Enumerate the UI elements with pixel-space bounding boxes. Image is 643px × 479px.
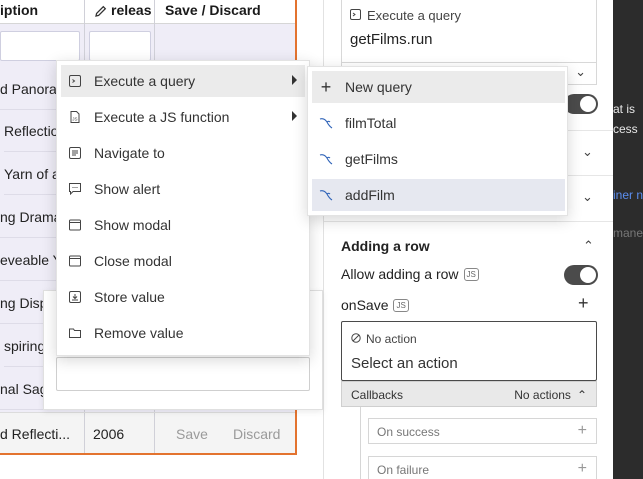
popover-input[interactable] bbox=[56, 357, 310, 391]
action-value: getFilms.run bbox=[350, 31, 433, 48]
js-file-icon: JS bbox=[67, 109, 83, 125]
svg-text:JS: JS bbox=[72, 116, 77, 121]
column-header-save-discard[interactable]: Save / Discard bbox=[155, 0, 295, 24]
save-box-icon bbox=[67, 289, 83, 305]
menu-item-query-addfilm[interactable]: addFilm bbox=[312, 179, 565, 211]
mysql-icon bbox=[318, 151, 334, 167]
chat-alert-icon bbox=[67, 181, 83, 197]
table-row: d Reflecti... 2006 Save Discard bbox=[0, 412, 295, 453]
menu-item-store-value[interactable]: Store value bbox=[61, 281, 305, 313]
chevron-up-icon: ⌃ bbox=[576, 388, 587, 402]
menu-item-close-modal[interactable]: Close modal bbox=[61, 245, 305, 277]
plus-icon[interactable]: + bbox=[578, 460, 587, 478]
code-file-icon bbox=[67, 73, 83, 89]
js-toggle-badge[interactable]: JS bbox=[463, 267, 479, 281]
allow-adding-row-toggle[interactable] bbox=[564, 265, 598, 285]
chevron-up-icon[interactable]: ⌃ bbox=[583, 238, 594, 254]
onsave-action-selector[interactable]: No action Select an action bbox=[341, 321, 597, 381]
menu-item-query-filmtotal[interactable]: filmTotal bbox=[312, 107, 565, 139]
chevron-right-icon bbox=[292, 75, 297, 85]
menu-item-show-modal[interactable]: Show modal bbox=[61, 209, 305, 241]
folder-icon bbox=[67, 325, 83, 341]
on-success-callback[interactable]: On success + bbox=[368, 418, 597, 444]
menu-item-navigate-to[interactable]: Navigate to bbox=[61, 137, 305, 169]
menu-item-new-query[interactable]: + New query bbox=[312, 71, 565, 103]
menu-item-show-alert[interactable]: Show alert bbox=[61, 173, 305, 205]
menu-item-execute-query[interactable]: Execute a query bbox=[61, 65, 305, 97]
action-type-menu: Execute a query JS Execute a JS function… bbox=[56, 60, 310, 356]
menu-item-remove-value[interactable]: Remove value bbox=[61, 317, 305, 349]
column-header-release[interactable]: releas bbox=[85, 0, 154, 24]
window-icon bbox=[67, 217, 83, 233]
query-submenu: + New query filmTotal getFilms addFilm bbox=[307, 66, 568, 216]
table-cell[interactable]: d Reflecti... bbox=[0, 413, 70, 453]
plus-icon: + bbox=[320, 76, 332, 97]
new-row-release-input[interactable] bbox=[89, 31, 151, 61]
action-type-label: Execute a query bbox=[367, 8, 461, 23]
on-load-action-box[interactable]: Execute a query getFilms.run bbox=[341, 0, 597, 63]
chevron-down-icon[interactable]: ⌄ bbox=[582, 189, 593, 205]
background-panel: at is cess iner n mane bbox=[613, 0, 643, 479]
window-close-icon bbox=[67, 253, 83, 269]
pencil-icon bbox=[95, 3, 107, 21]
discard-button[interactable]: Discard bbox=[233, 413, 280, 453]
allow-adding-row-label: Allow adding a row JS bbox=[341, 266, 479, 282]
code-file-icon bbox=[350, 8, 361, 23]
chevron-right-icon bbox=[292, 111, 297, 121]
js-toggle-badge[interactable]: JS bbox=[393, 298, 409, 312]
property-toggle[interactable] bbox=[564, 94, 598, 114]
save-button[interactable]: Save bbox=[176, 413, 208, 453]
table-cell[interactable]: 2006 bbox=[93, 413, 124, 453]
on-failure-callback[interactable]: On failure + bbox=[368, 456, 597, 479]
action-placeholder: Select an action bbox=[351, 355, 458, 372]
new-row-description-input[interactable] bbox=[0, 31, 80, 61]
page-icon bbox=[67, 145, 83, 161]
column-header-description[interactable]: iption bbox=[0, 0, 84, 24]
no-action-icon bbox=[351, 332, 361, 346]
onsave-label: onSave JS bbox=[341, 297, 409, 313]
plus-icon[interactable]: + bbox=[578, 293, 589, 314]
menu-item-query-getfilms[interactable]: getFilms bbox=[312, 143, 565, 175]
plus-icon[interactable]: + bbox=[578, 422, 587, 440]
mysql-icon bbox=[318, 187, 334, 203]
callbacks-header[interactable]: Callbacks No actions ⌃ bbox=[341, 381, 597, 407]
section-title-adding-row: Adding a row bbox=[341, 238, 430, 254]
mysql-icon bbox=[318, 115, 334, 131]
chevron-down-icon[interactable]: ⌄ bbox=[582, 144, 593, 160]
chevron-down-icon[interactable]: ⌄ bbox=[575, 64, 586, 80]
menu-item-execute-js[interactable]: JS Execute a JS function bbox=[61, 101, 305, 133]
